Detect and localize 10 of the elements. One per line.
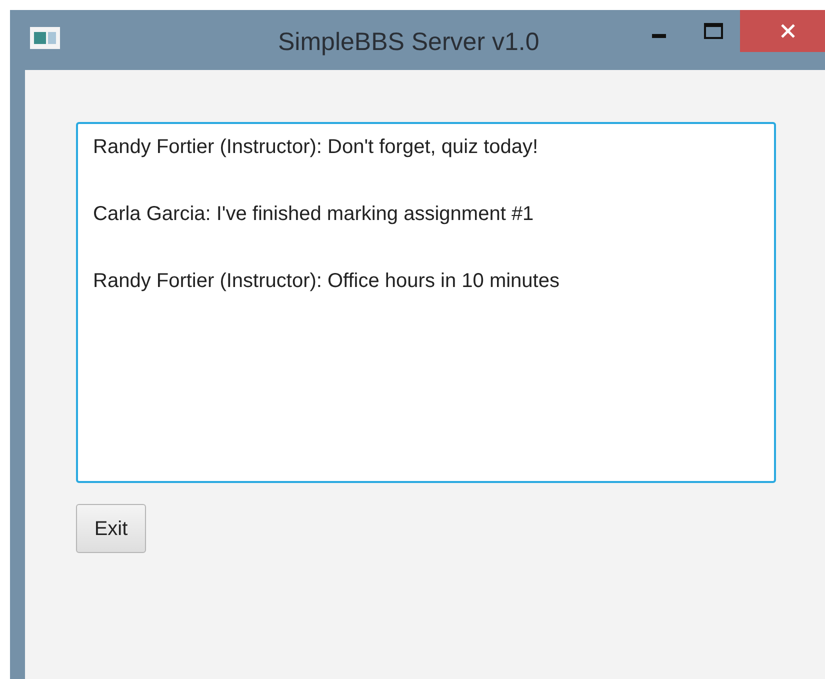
message-text: Randy Fortier (Instructor): Office hours in 10 minutes [93,269,560,294]
message-text: Carla Garcia: I've finished marking assignment #1 [93,202,535,227]
window-title: SimpleBBS Server v1.0 [278,27,540,58]
exit-button[interactable]: Exit [76,504,146,553]
close-icon [780,23,796,39]
maximize-icon[interactable] [704,23,723,39]
close-button[interactable] [740,10,825,52]
app-icon [30,27,60,49]
message-area[interactable]: Randy Fortier (Instructor): Don't forget, quiz today! Carla Garcia: I've finished marking assignment #1 Randy Fortier (Instructor): Office hours in 10 minutes [76,122,776,483]
message-text: Randy Fortier (Instructor): Don't forget, quiz today! [93,135,540,160]
